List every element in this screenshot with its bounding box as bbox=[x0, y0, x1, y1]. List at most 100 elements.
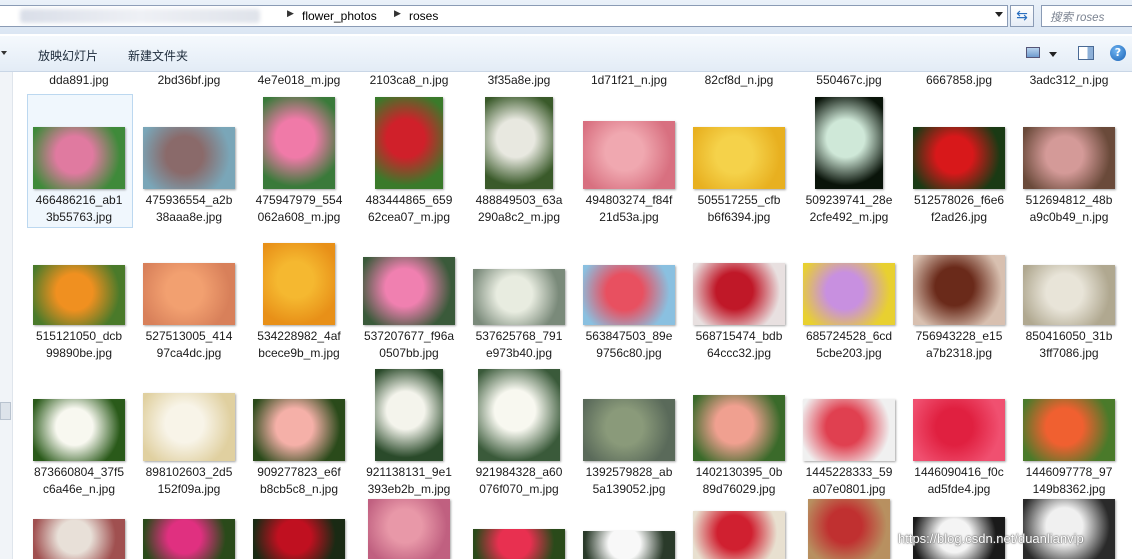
file-name-label: 1d71f21_n.jpg bbox=[590, 73, 668, 87]
file-name-line-2: 5cbe203.jpg bbox=[816, 346, 882, 360]
file-name-line-1: 527513005_414 bbox=[145, 329, 233, 343]
new-folder-button[interactable]: 新建文件夹 bbox=[128, 47, 188, 64]
file-name-label[interactable]: 505517255_cfb b6f6394.jpg bbox=[686, 192, 792, 226]
file-name-label[interactable]: 475947979_554 062a608_m.jpg bbox=[246, 192, 352, 226]
file-name-line-2: f2ad26.jpg bbox=[930, 210, 988, 224]
image-thumbnail[interactable] bbox=[375, 369, 443, 461]
image-thumbnail[interactable] bbox=[693, 263, 785, 325]
image-thumbnail[interactable] bbox=[803, 263, 895, 325]
file-name-label[interactable]: 1392579828_ab 5a139052.jpg bbox=[576, 464, 682, 498]
image-thumbnail[interactable] bbox=[583, 531, 675, 559]
file-name-label[interactable]: 909277823_e6f b8cb5c8_n.jpg bbox=[246, 464, 352, 498]
image-thumbnail[interactable] bbox=[143, 393, 235, 461]
slideshow-button[interactable]: 放映幻灯片 bbox=[38, 47, 98, 64]
address-history-chevron-down-icon[interactable] bbox=[995, 12, 1003, 17]
image-thumbnail[interactable] bbox=[1023, 127, 1115, 189]
image-thumbnail[interactable] bbox=[263, 243, 335, 325]
file-name-label[interactable]: 756943228_e15 a7b2318.jpg bbox=[906, 328, 1012, 362]
image-thumbnail[interactable] bbox=[693, 511, 785, 559]
file-name-label[interactable]: 1446090416_f0c ad5fde4.jpg bbox=[906, 464, 1012, 498]
image-thumbnail[interactable] bbox=[803, 399, 895, 461]
file-name-label[interactable]: 850416050_31b 3ff7086.jpg bbox=[1016, 328, 1122, 362]
nav-pane-scroll-thumb[interactable] bbox=[0, 402, 11, 420]
image-thumbnail[interactable] bbox=[375, 97, 443, 189]
organize-chevron-down-icon[interactable] bbox=[1, 51, 7, 55]
file-name-label[interactable]: 685724528_6cd 5cbe203.jpg bbox=[796, 328, 902, 362]
file-name-label[interactable]: 534228982_4af bcece9b_m.jpg bbox=[246, 328, 352, 362]
image-thumbnail[interactable] bbox=[473, 529, 565, 559]
search-box[interactable]: 搜索 roses bbox=[1041, 5, 1132, 27]
breadcrumb-separator-icon[interactable]: ▶ bbox=[394, 9, 401, 19]
file-name-line-1: 475936554_a2b bbox=[145, 193, 233, 207]
file-name-label[interactable]: 483444865_659 62cea07_m.jpg bbox=[356, 192, 462, 226]
file-name-label[interactable]: 475936554_a2b 38aaa8e.jpg bbox=[136, 192, 242, 226]
file-name-label[interactable]: 1402130395_0b 89d76029.jpg bbox=[686, 464, 792, 498]
file-name-label[interactable]: 1446097778_97 149b8362.jpg bbox=[1016, 464, 1122, 498]
image-thumbnail[interactable] bbox=[33, 265, 125, 325]
file-name-label[interactable]: 568715474_bdb 64ccc32.jpg bbox=[686, 328, 792, 362]
file-name-label[interactable]: 1445228333_59 a07e0801.jpg bbox=[796, 464, 902, 498]
image-thumbnail[interactable] bbox=[253, 399, 345, 461]
image-thumbnail[interactable] bbox=[583, 399, 675, 461]
image-thumbnail[interactable] bbox=[913, 127, 1005, 189]
file-name-line-2: 89d76029.jpg bbox=[702, 482, 776, 496]
image-thumbnail[interactable] bbox=[1023, 265, 1115, 325]
file-name-line-1: 505517255_cfb bbox=[697, 193, 781, 207]
file-name-label[interactable]: 512578026_f6e6 f2ad26.jpg bbox=[906, 192, 1012, 226]
file-name-label[interactable]: 537207677_f96a 0507bb.jpg bbox=[356, 328, 462, 362]
file-name-label[interactable]: 512694812_48b a9c0b49_n.jpg bbox=[1016, 192, 1122, 226]
file-name-label[interactable]: 921138131_9e1 393eb2b_m.jpg bbox=[356, 464, 462, 498]
view-options-chevron-down-icon[interactable] bbox=[1049, 52, 1057, 57]
help-icon[interactable]: ? bbox=[1110, 45, 1126, 61]
image-thumbnail[interactable] bbox=[583, 121, 675, 189]
file-name-label[interactable]: 921984328_a60 076f070_m.jpg bbox=[466, 464, 572, 498]
file-name-line-2: 9756c80.jpg bbox=[596, 346, 662, 360]
image-thumbnail[interactable] bbox=[368, 499, 450, 559]
image-thumbnail[interactable] bbox=[913, 255, 1005, 325]
image-thumbnail[interactable] bbox=[263, 97, 335, 189]
image-thumbnail[interactable] bbox=[33, 399, 125, 461]
file-name-label[interactable]: 509239741_28e 2cfe492_m.jpg bbox=[796, 192, 902, 226]
file-name-line-2: a7b2318.jpg bbox=[925, 346, 993, 360]
image-thumbnail[interactable] bbox=[808, 499, 890, 559]
file-name-label: 3adc312_n.jpg bbox=[1029, 73, 1109, 87]
change-view-icon[interactable] bbox=[1026, 47, 1040, 58]
image-thumbnail[interactable] bbox=[143, 127, 235, 189]
file-name-line-1: 512694812_48b bbox=[1025, 193, 1113, 207]
file-name-label[interactable]: 494803274_f84f 21d53a.jpg bbox=[576, 192, 682, 226]
file-name-label[interactable]: 537625768_791 e973b40.jpg bbox=[466, 328, 572, 362]
image-thumbnail[interactable] bbox=[693, 127, 785, 189]
image-thumbnail[interactable] bbox=[815, 97, 883, 189]
preview-pane-icon[interactable] bbox=[1078, 46, 1094, 60]
image-thumbnail[interactable] bbox=[485, 97, 553, 189]
file-name-label[interactable]: 527513005_414 97ca4dc.jpg bbox=[136, 328, 242, 362]
breadcrumb-flower-photos[interactable]: flower_photos bbox=[302, 9, 377, 23]
image-thumbnail[interactable] bbox=[143, 263, 235, 325]
image-thumbnail[interactable] bbox=[473, 269, 565, 325]
file-name-label[interactable]: 873660804_37f5 c6a46e_n.jpg bbox=[26, 464, 132, 498]
file-name-label[interactable]: 488849503_63a 290a8c2_m.jpg bbox=[466, 192, 572, 226]
file-name-label: 3f35a8e.jpg bbox=[487, 73, 551, 87]
file-name-label[interactable]: 898102603_2d5 152f09a.jpg bbox=[136, 464, 242, 498]
image-thumbnail[interactable] bbox=[143, 519, 235, 559]
image-thumbnail[interactable] bbox=[253, 519, 345, 559]
image-thumbnail[interactable] bbox=[913, 399, 1005, 461]
breadcrumb-separator-icon[interactable]: ▶ bbox=[287, 9, 294, 19]
image-thumbnail[interactable] bbox=[363, 257, 455, 325]
image-thumbnail[interactable] bbox=[1023, 499, 1115, 559]
file-name-label[interactable]: 515121050_dcb 99890be.jpg bbox=[26, 328, 132, 362]
file-name-line-2: 3b55763.jpg bbox=[45, 210, 113, 224]
file-name-label[interactable]: 563847503_89e 9756c80.jpg bbox=[576, 328, 682, 362]
file-name-label[interactable]: 466486216_ab1 3b55763.jpg bbox=[26, 192, 132, 226]
image-thumbnail[interactable] bbox=[478, 369, 560, 461]
image-thumbnail[interactable] bbox=[33, 127, 125, 189]
refresh-button[interactable]: ⇆ bbox=[1010, 5, 1034, 27]
image-thumbnail[interactable] bbox=[1023, 399, 1115, 461]
image-thumbnail[interactable] bbox=[693, 395, 785, 461]
address-bar[interactable]: ▶ flower_photos ▶ roses bbox=[0, 5, 1008, 27]
file-name-line-2: a07e0801.jpg bbox=[812, 482, 886, 496]
image-thumbnail[interactable] bbox=[33, 519, 125, 559]
image-thumbnail[interactable] bbox=[583, 265, 675, 325]
breadcrumb-roses[interactable]: roses bbox=[409, 9, 438, 23]
file-name-line-2: 0507bb.jpg bbox=[379, 346, 439, 360]
